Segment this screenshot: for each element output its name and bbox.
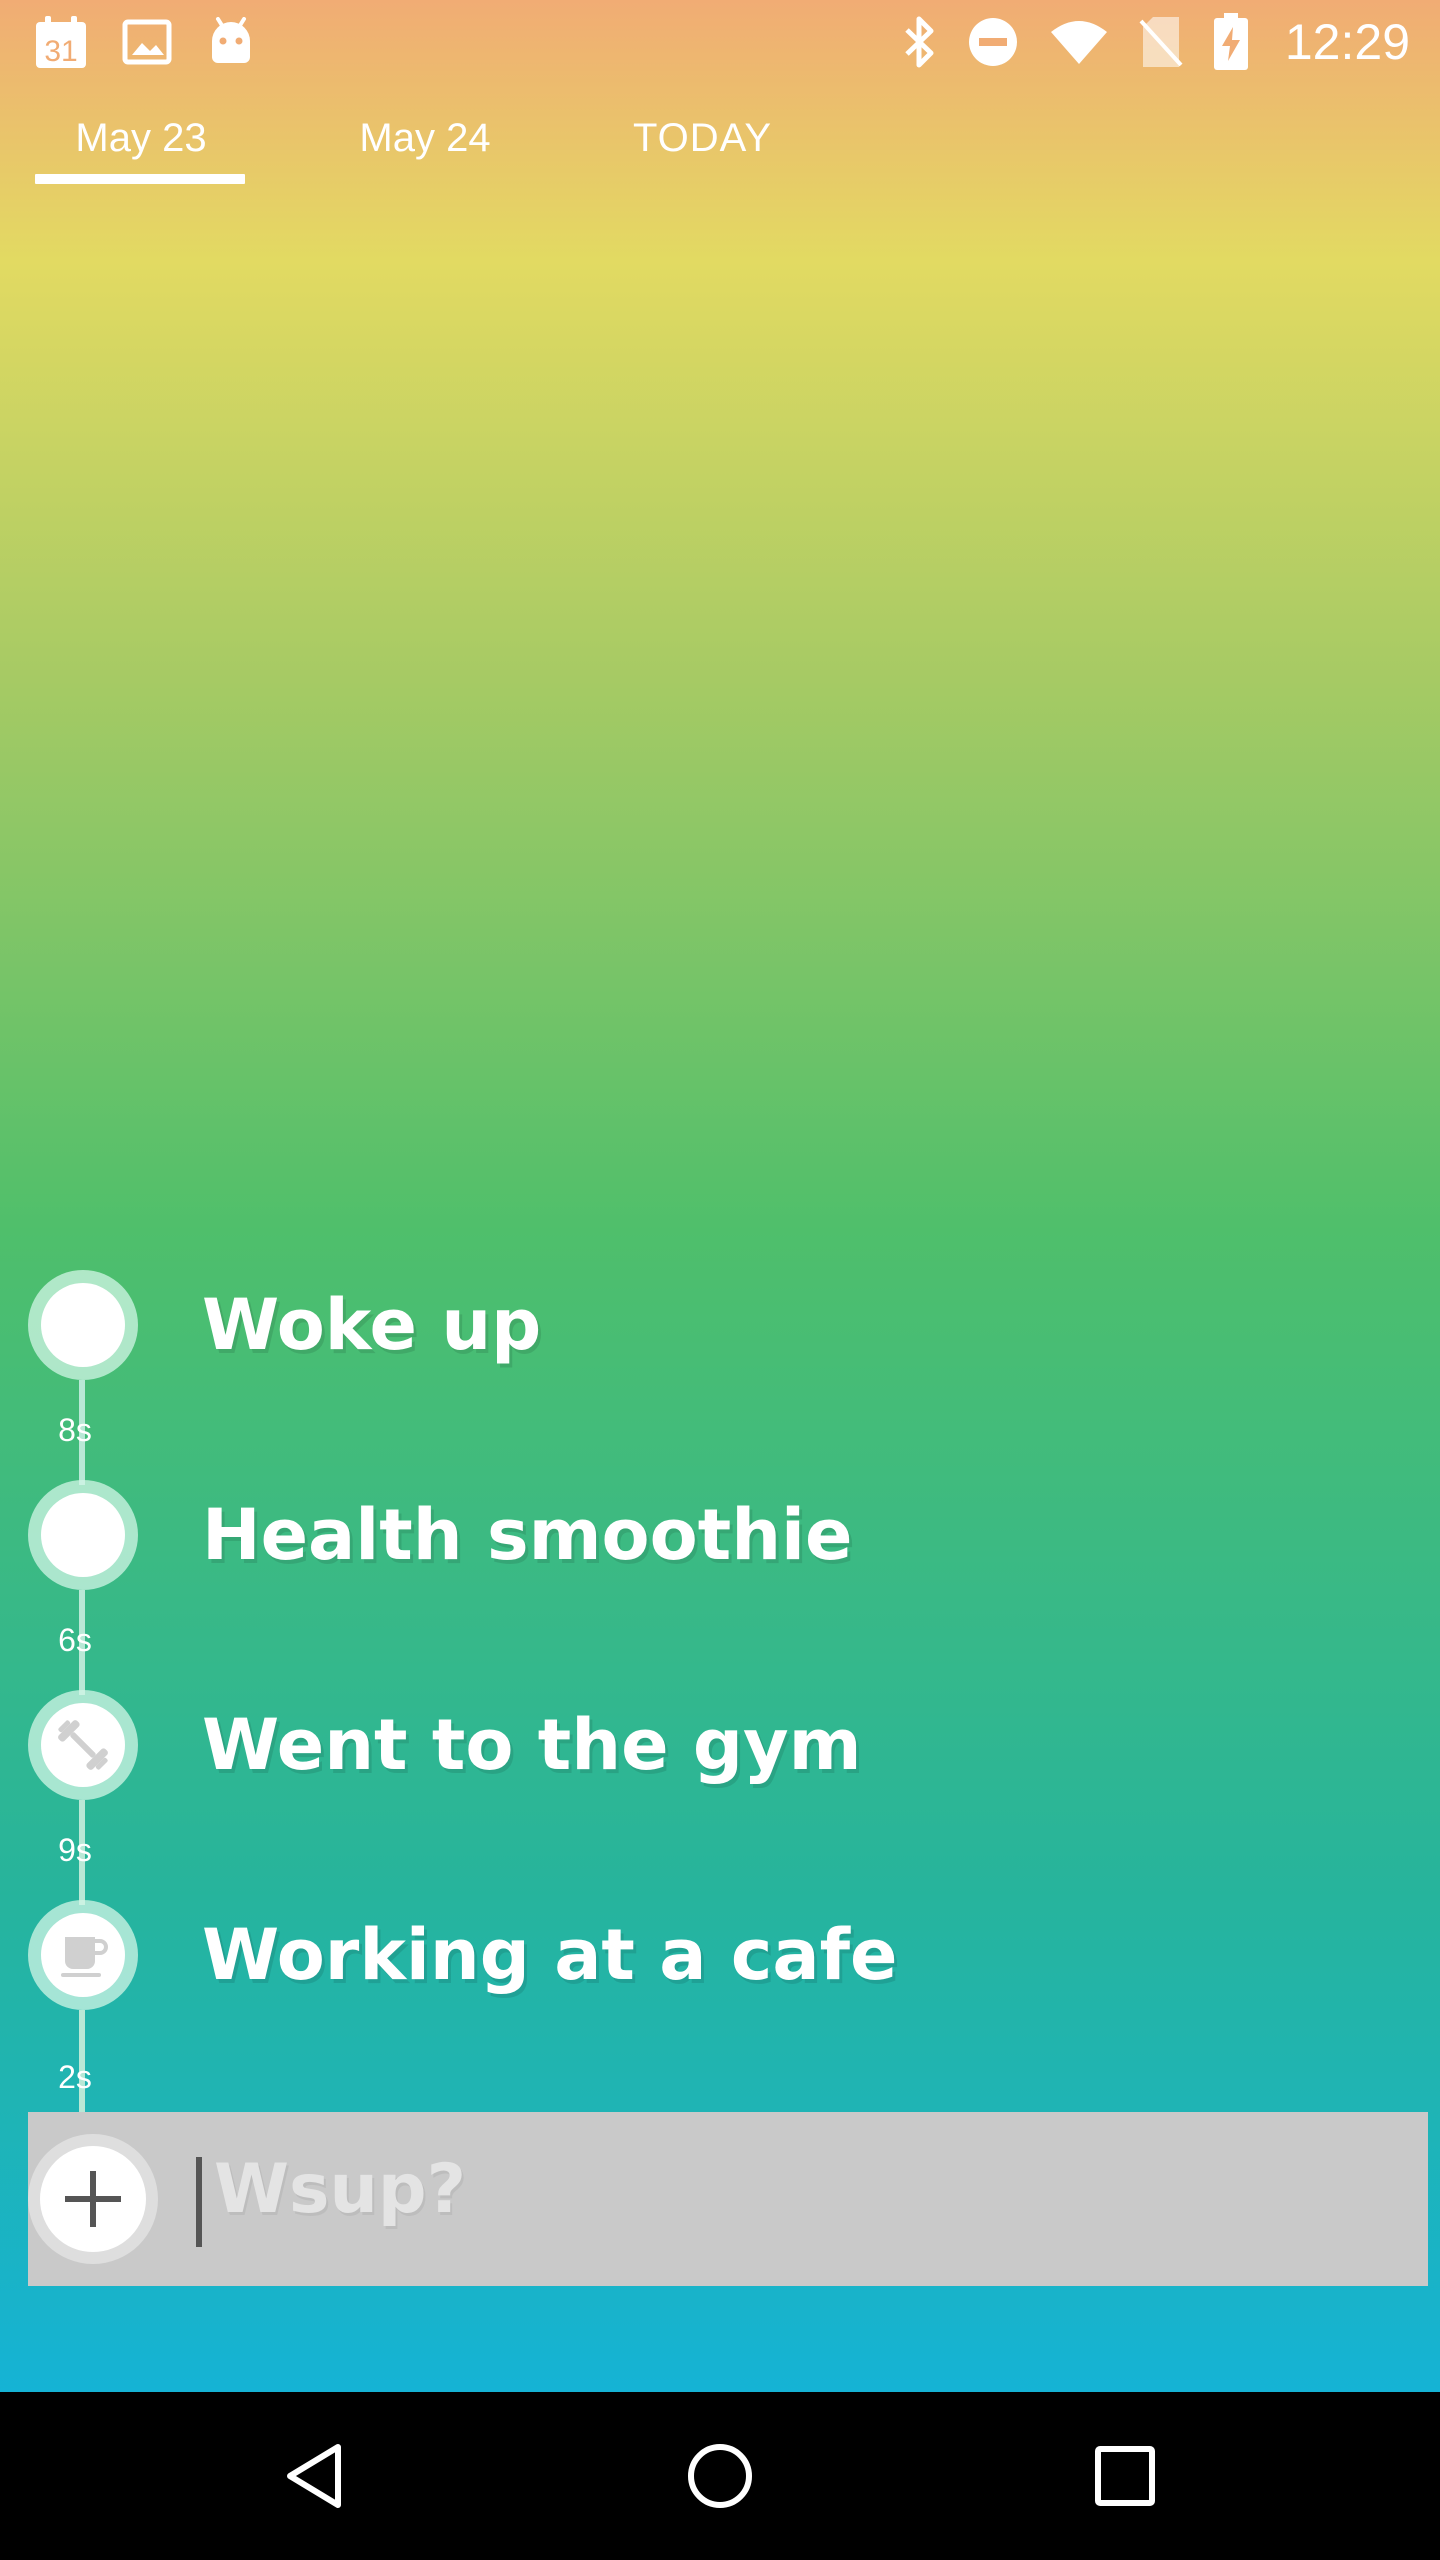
svg-text:31: 31 [44,35,77,68]
entry-label: Woke up [202,1284,542,1366]
app-screen: 31 12:29 May 23 May 24 TODAY 8s 6s 9s 2s… [0,0,1440,2392]
duration-label: 6s [58,1622,92,1658]
selected-tab-indicator [35,174,245,184]
dumbbell-icon [41,1703,125,1787]
calendar-icon: 31 [34,14,88,70]
recents-icon[interactable] [1075,2426,1175,2526]
timeline-entry-cafe[interactable]: Working at a cafe [28,1900,1408,2010]
duration-label: 8s [58,1412,92,1448]
timeline-entry-gym[interactable]: Went to the gym [28,1690,1408,1800]
entry-input-placeholder[interactable]: Wsup? [214,2150,466,2229]
tab-may-23[interactable]: May 23 [36,108,246,178]
status-bar: 31 12:29 [0,0,1440,84]
home-icon[interactable] [670,2426,770,2526]
clock: 12:29 [1284,14,1410,70]
entry-node [28,1900,138,2010]
do-not-disturb-icon [967,16,1019,68]
empty-circle-icon [41,1283,125,1367]
wifi-icon [1049,18,1109,66]
tab-may-24[interactable]: May 24 [330,108,520,178]
plus-icon [40,2146,146,2252]
duration-label: 9s [58,1832,92,1868]
entry-label: Working at a cafe [202,1914,898,1996]
entry-label: Went to the gym [202,1704,862,1786]
add-entry-button[interactable] [28,2134,158,2264]
duration-label: 2s [58,2059,92,2095]
timeline-entry-health-smoothie[interactable]: Health smoothie [28,1480,1408,1590]
new-entry-input-bar[interactable]: Wsup? [28,2112,1428,2286]
coffee-cup-icon [41,1913,125,1997]
timeline-entry-woke-up[interactable]: Woke up [28,1270,1408,1380]
entry-label: Health smoothie [202,1494,853,1576]
back-icon[interactable] [265,2426,365,2526]
navigation-bar [0,2392,1440,2560]
text-caret [196,2157,202,2247]
entry-node [28,1270,138,1380]
tab-today[interactable]: TODAY [600,108,805,178]
entry-node [28,1690,138,1800]
android-icon [206,17,256,67]
entry-node [28,1480,138,1590]
bluetooth-icon [901,15,937,69]
battery-charging-icon [1213,13,1249,71]
image-icon [122,19,172,65]
empty-circle-icon [41,1493,125,1577]
no-sim-icon [1139,15,1183,69]
